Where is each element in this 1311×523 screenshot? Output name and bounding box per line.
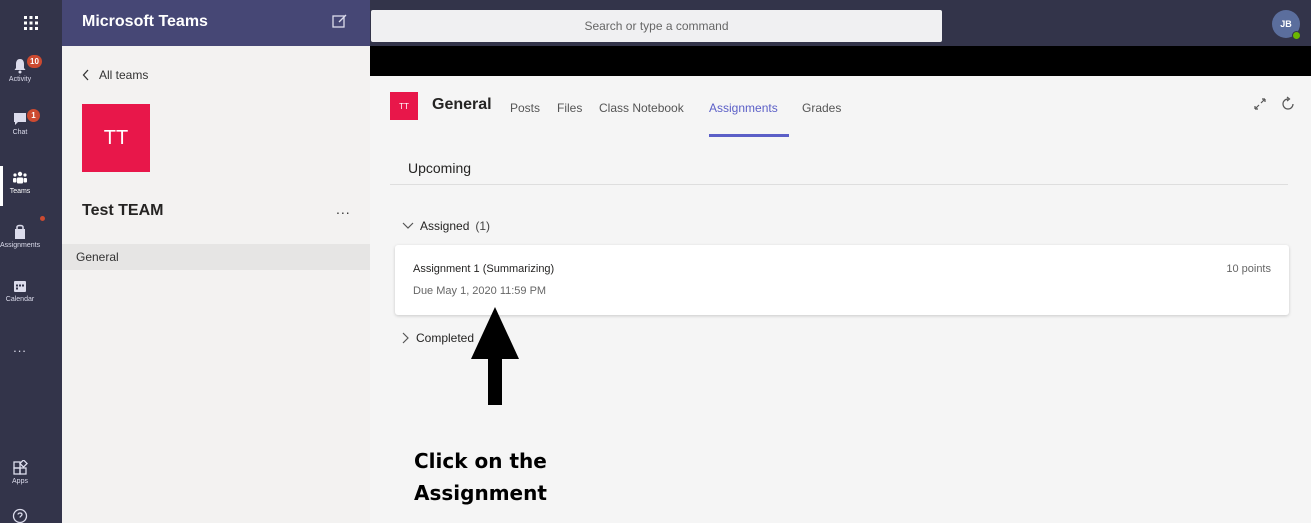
divider — [390, 184, 1288, 185]
black-bar — [370, 46, 1311, 76]
tab-class-notebook[interactable]: Class Notebook — [599, 101, 684, 115]
refresh-icon[interactable] — [1280, 96, 1296, 112]
rail-label: Teams — [9, 188, 31, 195]
channel-item-general[interactable]: General — [62, 244, 370, 270]
assigned-group-toggle[interactable]: Assigned (1) — [402, 219, 490, 233]
chevron-down-icon — [402, 222, 414, 229]
assignment-title: Assignment 1 (Summarizing) — [413, 263, 555, 275]
back-label: All teams — [99, 68, 149, 82]
assignment-due-date: Due May 1, 2020 11:59 PM — [413, 285, 547, 297]
calendar-icon — [14, 281, 26, 292]
assigned-label: Assigned — [420, 219, 470, 233]
instruction-callout: Click on the Assignment — [414, 445, 547, 509]
channel-label: General — [76, 250, 119, 264]
rail-item-apps[interactable]: Apps — [0, 460, 40, 485]
assignment-points: 10 points — [1226, 263, 1271, 275]
arrow-up-icon — [471, 307, 519, 405]
tab-posts[interactable]: Posts — [510, 101, 540, 115]
rail-item-calendar[interactable]: Calendar — [0, 278, 40, 303]
team-avatar: TT — [82, 104, 150, 172]
rail-more-icon[interactable]: ... — [0, 340, 40, 355]
chevron-right-icon — [402, 332, 409, 344]
app-launcher-icon[interactable] — [0, 0, 62, 46]
search-input[interactable]: Search or type a command — [371, 10, 942, 42]
rail-label: Activity — [8, 76, 32, 83]
team-name: Test TEAM — [82, 202, 164, 219]
assignment-card[interactable]: Assignment 1 (Summarizing) Due May 1, 20… — [395, 245, 1289, 315]
top-bar: Microsoft Teams Search or type a command… — [0, 0, 1311, 46]
chevron-left-icon — [82, 69, 89, 81]
teams-panel: All teams TT Test TEAM ... General — [62, 46, 370, 523]
app-rail: Activity 10 Chat 1 Teams Assignments Cal… — [0, 46, 62, 523]
section-title: Upcoming — [408, 160, 472, 176]
tab-assignments[interactable]: Assignments — [709, 101, 778, 115]
assignments-icon — [15, 224, 25, 239]
channel-avatar: TT — [390, 92, 418, 120]
active-tab-indicator — [709, 134, 789, 137]
expand-icon[interactable] — [1252, 96, 1268, 112]
rail-item-help[interactable] — [0, 508, 40, 523]
rail-label: Apps — [12, 478, 28, 485]
compose-icon[interactable] — [331, 12, 349, 30]
activity-badge: 10 — [27, 55, 42, 68]
callout-line-2: Assignment — [414, 481, 547, 505]
help-icon — [12, 508, 28, 523]
chat-icon — [14, 113, 26, 125]
bell-icon — [14, 59, 26, 74]
rail-item-assignments[interactable]: Assignments — [0, 224, 40, 249]
channel-title: General — [432, 96, 492, 113]
apps-icon — [13, 460, 28, 475]
team-more-options-button[interactable]: ... — [336, 201, 351, 217]
completed-label: Completed — [416, 331, 475, 345]
tab-grades[interactable]: Grades — [802, 101, 841, 115]
main-content: TT General Posts Files Class Notebook As… — [370, 76, 1311, 523]
tab-files[interactable]: Files — [557, 101, 582, 115]
app-title: Microsoft Teams — [82, 13, 208, 30]
assigned-count: (1) — [475, 219, 491, 233]
callout-line-1: Click on the — [414, 449, 547, 473]
rail-item-teams[interactable]: Teams — [0, 170, 40, 195]
all-teams-link[interactable]: All teams — [82, 68, 148, 82]
presence-available-icon — [1292, 31, 1301, 40]
rail-label: Assignments — [0, 242, 41, 249]
rail-label: Calendar — [5, 296, 35, 303]
rail-label: Chat — [12, 129, 28, 136]
assignments-notification-dot — [40, 216, 45, 221]
chat-badge: 1 — [27, 109, 40, 122]
completed-group-toggle[interactable]: Completed — [402, 331, 474, 345]
teams-icon — [13, 171, 27, 184]
search-placeholder: Search or type a command — [584, 19, 729, 33]
